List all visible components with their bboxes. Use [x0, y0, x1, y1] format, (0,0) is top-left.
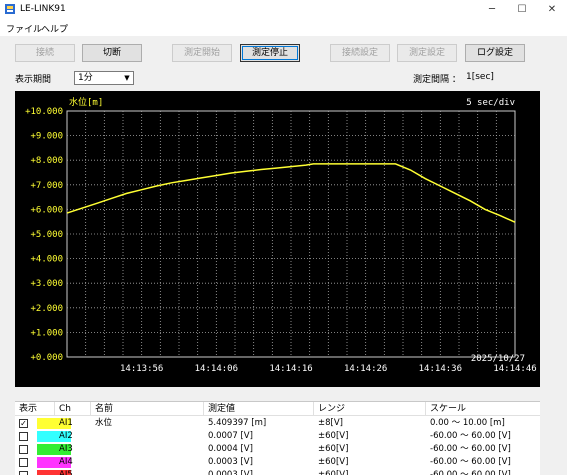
menu-file[interactable]: ファイル [6, 22, 42, 35]
chart-title: 水位[m] [69, 96, 103, 108]
y-tick-label: +8.000 [30, 156, 63, 166]
col-header-value: 測定値 [204, 402, 314, 416]
cell-value: 0.0004 [V] [208, 444, 253, 454]
display-period-select[interactable]: 1分 ▼ [74, 71, 134, 85]
col-header-ch: Ch [55, 402, 91, 416]
cell-value: 5.409397 [m] [208, 418, 267, 428]
cell-scale: -60.00 ～ 60.00 [V] [430, 457, 511, 467]
line-chart: +0.000 +1.000 +2.000 +3.000 +4.000 +5.000 +6.0… [25, 96, 537, 374]
menu-help[interactable]: ヘルプ [41, 22, 68, 35]
show-checkbox[interactable] [19, 471, 28, 475]
cell-range: ±60[V] [318, 470, 349, 475]
connect-button[interactable]: 接続 [15, 44, 75, 62]
col-header-range: レンジ [314, 402, 426, 416]
table-row[interactable]: ✓ AI1 水位 5.409397 [m] ±8[V] 0.00 ～ 10.00 [m] [15, 417, 540, 430]
title-bar: LE-LINK91 ─ ☐ ✕ [0, 0, 567, 20]
cell-ch: AI2 [59, 431, 73, 441]
table-row[interactable]: AI2 0.0007 [V] ±60[V] -60.00 ～ 60.00 [V] [15, 430, 540, 443]
y-tick-label: +1.000 [30, 328, 63, 338]
show-checkbox[interactable]: ✓ [19, 419, 28, 428]
disconnect-button[interactable]: 切断 [82, 44, 142, 62]
y-tick-label: +9.000 [30, 132, 63, 142]
cell-scale: -60.00 ～ 60.00 [V] [430, 431, 511, 441]
y-tick-label: +7.000 [30, 181, 63, 191]
x-tick-label: 14:14:16 [269, 364, 312, 374]
table-row[interactable]: AI4 0.0003 [V] ±60[V] -60.00 ～ 60.00 [V] [15, 456, 540, 469]
cell-range: ±8[V] [318, 418, 343, 428]
chart-panel: +0.000 +1.000 +2.000 +3.000 +4.000 +5.000 +6.0… [15, 91, 540, 387]
close-button[interactable]: ✕ [537, 0, 567, 20]
start-measure-button[interactable]: 測定開始 [172, 44, 232, 62]
display-period-value: 1分 [78, 73, 93, 83]
x-tick-label: 14:13:56 [120, 364, 163, 374]
show-checkbox[interactable] [19, 432, 28, 441]
cell-ch: AI3 [59, 444, 73, 454]
cell-scale: -60.00 ～ 60.00 [V] [430, 444, 511, 454]
minimize-button[interactable]: ─ [477, 0, 507, 20]
chart-date-label: 2025/10/27 [471, 354, 525, 364]
col-header-name: 名前 [91, 402, 204, 416]
cell-name [91, 456, 95, 469]
measure-settings-button[interactable]: 測定設定 [397, 44, 457, 62]
cell-scale: -60.00 ～ 60.00 [V] [430, 470, 511, 475]
cell-ch: AI4 [59, 457, 73, 467]
log-settings-button[interactable]: ログ設定 [465, 44, 525, 62]
display-period-label: 表示期間 [15, 75, 52, 85]
col-header-show: 表示 [15, 402, 55, 416]
table-row[interactable]: AI5 0.0003 [V] ±60[V] -60.00 ～ 60.00 [V] [15, 469, 540, 475]
cell-value: 0.0007 [V] [208, 431, 253, 441]
cell-scale: 0.00 ～ 10.00 [m] [430, 418, 505, 428]
cell-range: ±60[V] [318, 457, 349, 467]
y-tick-label: +3.000 [30, 279, 63, 289]
cell-name [91, 430, 95, 443]
app-icon [5, 4, 15, 14]
x-tick-label: 14:14:46 [493, 364, 536, 374]
channel-table: 表示 Ch 名前 測定値 レンジ スケール ✓ AI1 水位 5.409397 [m]… [15, 401, 540, 475]
y-tick-label: +10.000 [25, 107, 63, 117]
x-tick-label: 14:14:26 [344, 364, 387, 374]
y-tick-label: +6.000 [30, 205, 63, 215]
interval-label: 測定間隔 ： [413, 75, 461, 85]
interval-value: 1[sec] [466, 72, 494, 82]
cell-ch: AI5 [59, 470, 73, 475]
y-tick-label: +4.000 [30, 255, 63, 265]
table-row[interactable]: AI3 0.0004 [V] ±60[V] -60.00 ～ 60.00 [V] [15, 443, 540, 456]
chart-div-label: 5 sec/div [466, 98, 515, 108]
chevron-down-icon: ▼ [124, 74, 130, 82]
cell-range: ±60[V] [318, 431, 349, 441]
y-tick-label: +2.000 [30, 304, 63, 314]
maximize-button[interactable]: ☐ [507, 0, 537, 20]
col-header-scale: スケール [430, 404, 467, 414]
cell-ch: AI1 [59, 418, 73, 428]
show-checkbox[interactable] [19, 445, 28, 454]
cell-name [91, 443, 95, 456]
cell-name [91, 469, 95, 475]
connection-settings-button[interactable]: 接続設定 [330, 44, 390, 62]
stop-measure-button[interactable]: 測定停止 [240, 44, 300, 62]
y-tick-label: +0.000 [30, 353, 63, 363]
menu-bar: ファイル ヘルプ [0, 20, 567, 36]
show-checkbox[interactable] [19, 458, 28, 467]
x-tick-label: 14:14:36 [419, 364, 462, 374]
x-tick-label: 14:14:06 [195, 364, 238, 374]
cell-name: 水位 [95, 418, 113, 428]
cell-range: ±60[V] [318, 444, 349, 454]
table-header: 表示 Ch 名前 測定値 レンジ スケール [15, 402, 540, 416]
window-title: LE-LINK91 [20, 4, 66, 14]
cell-value: 0.0003 [V] [208, 457, 253, 467]
cell-value: 0.0003 [V] [208, 470, 253, 475]
y-tick-label: +5.000 [30, 230, 63, 240]
